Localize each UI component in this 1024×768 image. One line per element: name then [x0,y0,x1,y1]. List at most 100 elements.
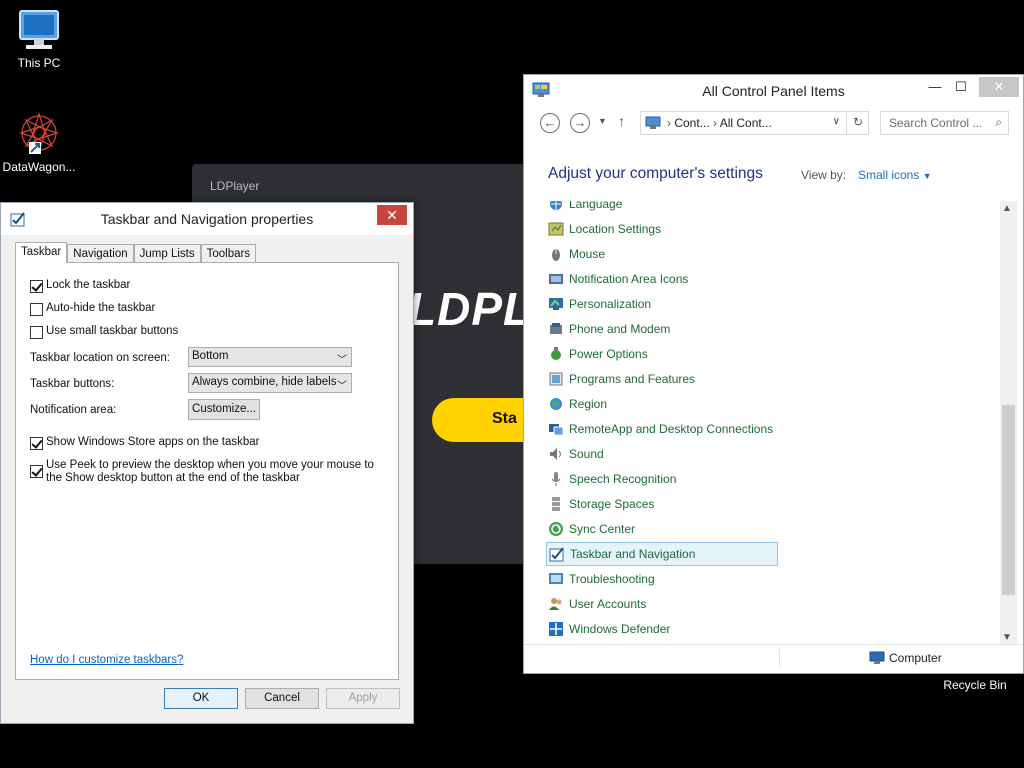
cp-item-label: Sound [569,447,604,461]
cp-item-label: User Accounts [569,597,647,611]
cp-item-label: Power Options [569,347,648,361]
cp-item-programs-and-features[interactable]: Programs and Features [546,367,695,391]
auto-hide-checkbox[interactable] [30,303,43,316]
location-settings-icon [548,222,564,236]
chevron-down-icon: ▼ [922,171,932,181]
search-icon: ⌕ [995,115,1002,129]
peek-checkbox[interactable] [30,465,43,478]
forward-arrow-icon[interactable]: → [570,113,590,133]
datawagon-app-icon [19,112,59,154]
scroll-down-icon[interactable]: ▼ [1002,632,1012,643]
user-accounts-icon [549,598,562,610]
cp-item-personalization[interactable]: Personalization [546,292,651,316]
cp-item-storage-spaces[interactable]: Storage Spaces [546,492,654,516]
language-icon [550,201,562,210]
view-by-value: Small icons [858,168,920,182]
this-pc-desktop-icon[interactable]: This PC [0,8,78,70]
auto-hide-row[interactable]: Auto-hide the taskbar [30,302,155,316]
taskbar-tab-pane: Lock the taskbar Auto-hide the taskbar U… [15,262,399,680]
scrollbar-thumb[interactable] [1002,405,1015,595]
vertical-scrollbar[interactable]: ▲ ▼ [1000,201,1017,645]
datawagon-desktop-icon[interactable]: DataWagon... [0,110,78,174]
cp-item-label: Mouse [569,247,606,261]
chevron-down-icon[interactable]: ∨ [833,116,840,127]
breadcrumb-all-items[interactable]: All Cont... [720,116,772,130]
tab-toolbars[interactable]: Toolbars [200,244,257,263]
location-select[interactable]: Bottom ﹀ [188,347,352,367]
lock-taskbar-checkbox[interactable] [30,280,43,293]
status-computer: Computer [869,651,942,665]
recent-locations-chevron-icon[interactable]: ▼ [598,116,607,126]
cp-item-sound[interactable]: Sound [546,442,604,466]
store-apps-row[interactable]: Show Windows Store apps on the taskbar [30,436,260,450]
taskbar-checkmark-icon [549,547,564,562]
scroll-up-icon[interactable]: ▲ [1002,203,1012,214]
cp-item-label: Region [569,397,608,411]
cp-item-taskbar-and-navigation[interactable]: Taskbar and Navigation [546,542,778,566]
breadcrumb-separator-icon: › [667,116,671,130]
lock-taskbar-row[interactable]: Lock the taskbar [30,279,130,293]
cp-titlebar[interactable]: All Control Panel Items — ☐ ✕ [524,75,1023,105]
dialog-close-button[interactable]: ✕ [377,205,407,225]
programs-features-icon [549,372,563,386]
tab-taskbar[interactable]: Taskbar [15,242,68,263]
cp-item-troubleshooting[interactable]: Troubleshooting [546,567,655,591]
breadcrumb-control-panel[interactable]: Cont... [674,116,709,130]
cp-item-phone-and-modem[interactable]: Phone and Modem [546,317,670,341]
cp-item-power-options[interactable]: Power Options [546,342,648,366]
apply-button[interactable]: Apply [326,688,400,709]
cp-item-windows-defender[interactable]: Windows Defender [546,617,670,641]
up-arrow-icon[interactable]: ↑ [618,113,625,129]
cp-item-sync-center[interactable]: Sync Center [546,517,635,541]
tab-jump-lists[interactable]: Jump Lists [133,244,201,263]
troubleshooting-icon [549,573,563,584]
search-input[interactable]: Search Control ... ⌕ [880,111,1009,135]
cp-item-region[interactable]: Region [546,392,607,416]
status-bar: Computer [524,644,1023,673]
cp-item-location-settings[interactable]: Location Settings [546,217,661,241]
cp-item-label: Troubleshooting [569,572,655,586]
ok-button[interactable]: OK [164,688,238,709]
address-bar[interactable]: › Cont... › All Cont... ∨ [640,111,869,135]
dialog-titlebar[interactable]: Taskbar and Navigation properties ✕ [1,203,413,235]
this-pc-label: This PC [17,56,61,70]
cp-item-remoteapp[interactable]: RemoteApp and Desktop Connections [546,417,773,441]
remoteapp-icon [549,424,564,436]
cp-item-user-accounts[interactable]: User Accounts [546,592,646,616]
tab-navigation[interactable]: Navigation [67,244,134,263]
control-panel-window: All Control Panel Items — ☐ ✕ ← → ▼ ↑ › … [523,74,1024,674]
peek-label: Use Peek to preview the desktop when you… [46,459,374,484]
microphone-icon [551,472,561,486]
view-by-dropdown[interactable]: Small icons ▼ [858,168,932,182]
control-panel-icon [645,116,661,129]
taskbar-buttons-select[interactable]: Always combine, hide labels ﹀ [188,373,352,393]
cp-item-mouse[interactable]: Mouse [546,242,605,266]
customize-button[interactable]: Customize... [188,399,260,420]
cp-close-button[interactable]: ✕ [979,77,1019,97]
small-buttons-row[interactable]: Use small taskbar buttons [30,325,178,339]
peek-row[interactable]: Use Peek to preview the desktop when you… [30,459,380,485]
location-label: Taskbar location on screen: [30,352,170,364]
cp-item-speech-recognition[interactable]: Speech Recognition [546,467,676,491]
cp-item-label: Language [569,201,623,211]
minimize-button[interactable]: — [921,77,949,97]
help-link[interactable]: How do I customize taskbars? [30,654,183,666]
cp-item-label: Notification Area Icons [569,272,689,286]
power-options-icon [551,347,561,360]
back-arrow-icon[interactable]: ← [540,113,560,133]
phone-modem-icon [550,323,562,334]
refresh-icon[interactable]: ↻ [846,111,869,135]
region-icon [550,398,562,410]
small-buttons-checkbox[interactable] [30,326,43,339]
cancel-button[interactable]: Cancel [245,688,319,709]
maximize-button[interactable]: ☐ [947,77,975,97]
datawagon-label: DataWagon... [2,160,76,174]
status-computer-label: Computer [889,651,942,665]
cp-item-language[interactable]: Language [546,201,622,216]
address-toolbar: ← → ▼ ↑ › Cont... › All Cont... ∨ ↻ Sear… [532,109,1015,135]
storage-spaces-icon [552,497,560,511]
cp-item-notification-area-icons[interactable]: Notification Area Icons [546,267,688,291]
lock-taskbar-label: Lock the taskbar [46,279,131,291]
store-apps-checkbox[interactable] [30,437,43,450]
dialog-title: Taskbar and Navigation properties [100,211,314,227]
